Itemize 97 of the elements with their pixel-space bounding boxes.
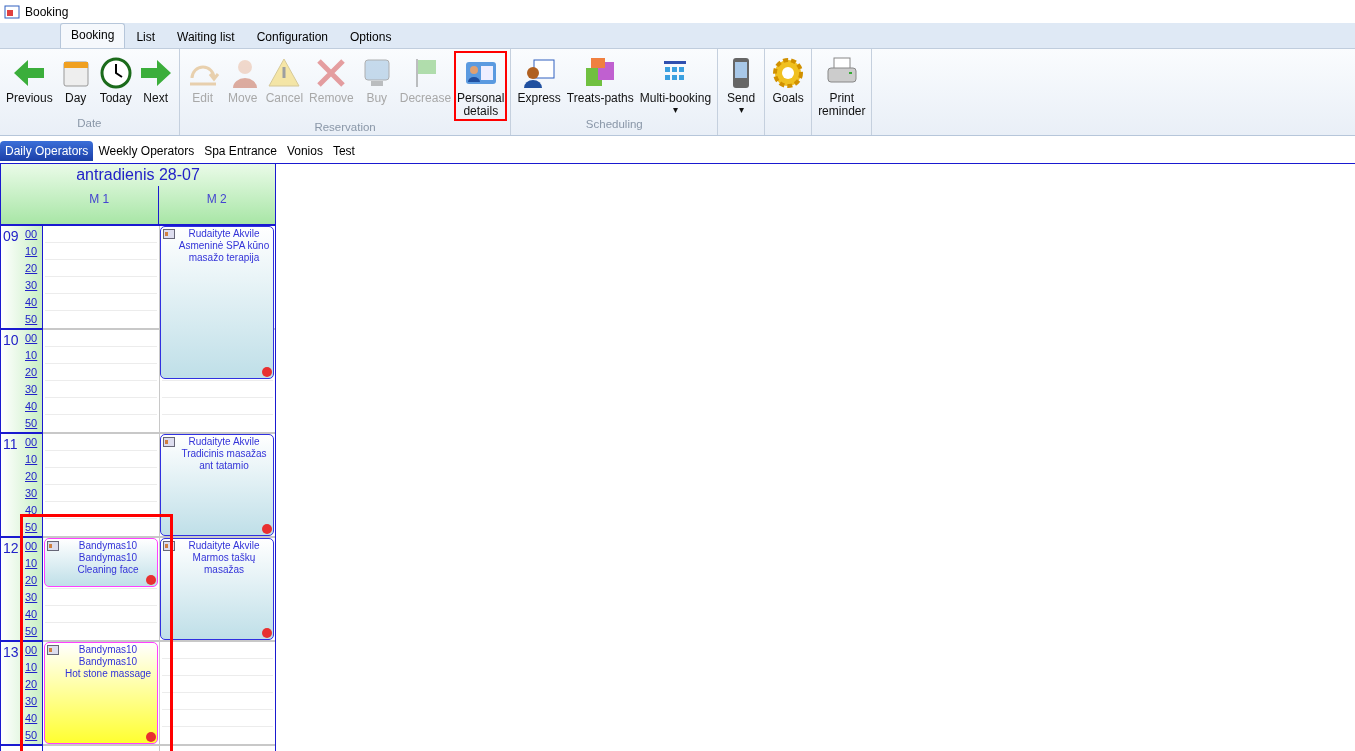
- appointment-card[interactable]: Rudaityte Akvile Marmos taškų masažas: [160, 538, 274, 640]
- gear-icon: [771, 56, 806, 90]
- window-title: Booking: [25, 4, 69, 19]
- person-calendar-icon: [522, 56, 557, 90]
- card-icon: [47, 541, 59, 551]
- toolbar-button[interactable]: Express: [514, 51, 564, 108]
- view-tab[interactable]: Weekly Operators: [93, 141, 200, 161]
- toolbar-button[interactable]: Day: [55, 51, 96, 108]
- minute-link[interactable]: 10: [25, 451, 38, 468]
- minute-link[interactable]: 10: [25, 243, 38, 260]
- clock-icon: [98, 56, 133, 90]
- status-dot-icon: [146, 575, 156, 585]
- minute-link[interactable]: 20: [25, 468, 38, 485]
- toolbar-button[interactable]: Next: [135, 51, 176, 108]
- hour-label: 10: [2, 331, 20, 350]
- minute-link[interactable]: 50: [25, 727, 38, 744]
- card-icon: [163, 541, 175, 551]
- warning-icon: [267, 56, 302, 90]
- minute-link[interactable]: 00: [25, 330, 38, 347]
- appointment-text: Rudaityte Akvile: [188, 436, 260, 448]
- toolbar-button[interactable]: Print reminder: [815, 51, 869, 121]
- appointment-text: Asmeninė SPA kūno masažo terapija: [177, 240, 271, 264]
- minute-link[interactable]: 50: [25, 415, 38, 432]
- minute-link[interactable]: 20: [25, 676, 38, 693]
- minute-link[interactable]: 40: [25, 398, 38, 415]
- appointment-card[interactable]: Rudaityte Akvile Asmeninė SPA kūno masažo terapija: [160, 226, 274, 379]
- view-tab[interactable]: Spa Entrance: [199, 141, 282, 161]
- appointment-text: Rudaityte Akvile: [188, 228, 260, 240]
- toolbar-button[interactable]: Goals: [768, 51, 809, 108]
- minute-link[interactable]: 30: [25, 693, 38, 710]
- appointment-text: Bandymas10: [78, 540, 138, 552]
- minute-link[interactable]: 50: [25, 623, 38, 640]
- minute-link[interactable]: 30: [25, 589, 38, 606]
- hour-label: 12: [2, 539, 20, 558]
- calendar-date: antradienis 28-07: [75, 165, 201, 185]
- appointment-card[interactable]: Bandymas10 Bandymas10 Cleaning face: [44, 538, 158, 587]
- minute-link[interactable]: 30: [25, 485, 38, 502]
- view-tab[interactable]: Vonios: [281, 141, 328, 161]
- view-tab[interactable]: Daily Operators: [0, 141, 94, 161]
- minute-link[interactable]: 00: [25, 538, 38, 555]
- appointment-card[interactable]: Bandymas10 Bandymas10 Hot stone massage: [44, 642, 158, 744]
- appointment-text: Bandymas10: [78, 552, 138, 564]
- toolbar-button[interactable]: Today: [95, 51, 136, 108]
- appointment-text: Tradicinis masažas ant tatamio: [180, 448, 268, 472]
- toolbar-button[interactable]: Personal details: [454, 51, 508, 121]
- appointment-text: Bandymas10: [78, 656, 138, 668]
- hour-label: 13: [2, 643, 20, 662]
- minute-link[interactable]: 40: [25, 710, 38, 727]
- status-dot-icon: [262, 628, 272, 638]
- hour-label: 09: [2, 227, 20, 246]
- minute-link[interactable]: 20: [25, 260, 38, 277]
- minute-link[interactable]: 00: [25, 434, 38, 451]
- minute-link[interactable]: 00: [25, 226, 38, 243]
- minute-link[interactable]: 30: [25, 381, 38, 398]
- toolbar-button[interactable]: Send ▾: [721, 51, 762, 118]
- ribbon-tab[interactable]: Options: [339, 25, 403, 48]
- ribbon-tab[interactable]: Waiting list: [166, 25, 246, 48]
- group-label: Date: [76, 117, 103, 131]
- minute-link[interactable]: 40: [25, 294, 38, 311]
- group-label: Reservation: [313, 121, 377, 135]
- status-dot-icon: [262, 367, 272, 377]
- card-icon: [163, 229, 175, 239]
- status-dot-icon: [146, 732, 156, 742]
- caret-icon: ▾: [738, 105, 744, 115]
- minute-link[interactable]: 50: [25, 311, 38, 328]
- appointment-text: Hot stone massage: [64, 668, 152, 680]
- minute-link[interactable]: 30: [25, 277, 38, 294]
- ribbon-tab[interactable]: Booking: [60, 23, 126, 48]
- column-title: M 2: [206, 192, 227, 206]
- hour-label: 11: [2, 435, 19, 454]
- ribbon-tab[interactable]: List: [125, 25, 167, 48]
- toolbar-button[interactable]: Treats-paths: [563, 51, 637, 108]
- view-tab[interactable]: Test: [327, 141, 360, 161]
- minute-link[interactable]: 10: [25, 347, 38, 364]
- toolbar-button[interactable]: Previous: [3, 51, 56, 108]
- appointment-text: Rudaityte Akvile: [188, 540, 260, 552]
- appointment-text: Bandymas10: [78, 644, 138, 656]
- minute-link[interactable]: 10: [25, 659, 38, 676]
- minute-link[interactable]: 20: [25, 572, 38, 589]
- caret-icon: ▾: [672, 105, 678, 115]
- minute-link[interactable]: 10: [25, 555, 38, 572]
- toolbar-button[interactable]: Multi-booking ▾: [636, 51, 715, 118]
- status-dot-icon: [262, 524, 272, 534]
- card-icon: [47, 645, 59, 655]
- group-label: Scheduling: [584, 118, 644, 132]
- card-icon: [163, 437, 175, 447]
- appointment-text: Marmos taškų masažas: [191, 552, 257, 576]
- appointment-card[interactable]: Rudaityte Akvile Tradicinis masažas ant tatamio: [160, 434, 274, 536]
- appointment-text: Cleaning face: [77, 564, 139, 576]
- minute-link[interactable]: 40: [25, 502, 38, 519]
- minute-link[interactable]: 50: [25, 519, 38, 536]
- ribbon-tab[interactable]: Configuration: [245, 25, 340, 48]
- minute-link[interactable]: 20: [25, 364, 38, 381]
- column-title: M 1: [89, 192, 110, 206]
- minute-link[interactable]: 00: [25, 642, 38, 659]
- app-icon: [4, 4, 20, 19]
- minute-link[interactable]: 40: [25, 606, 38, 623]
